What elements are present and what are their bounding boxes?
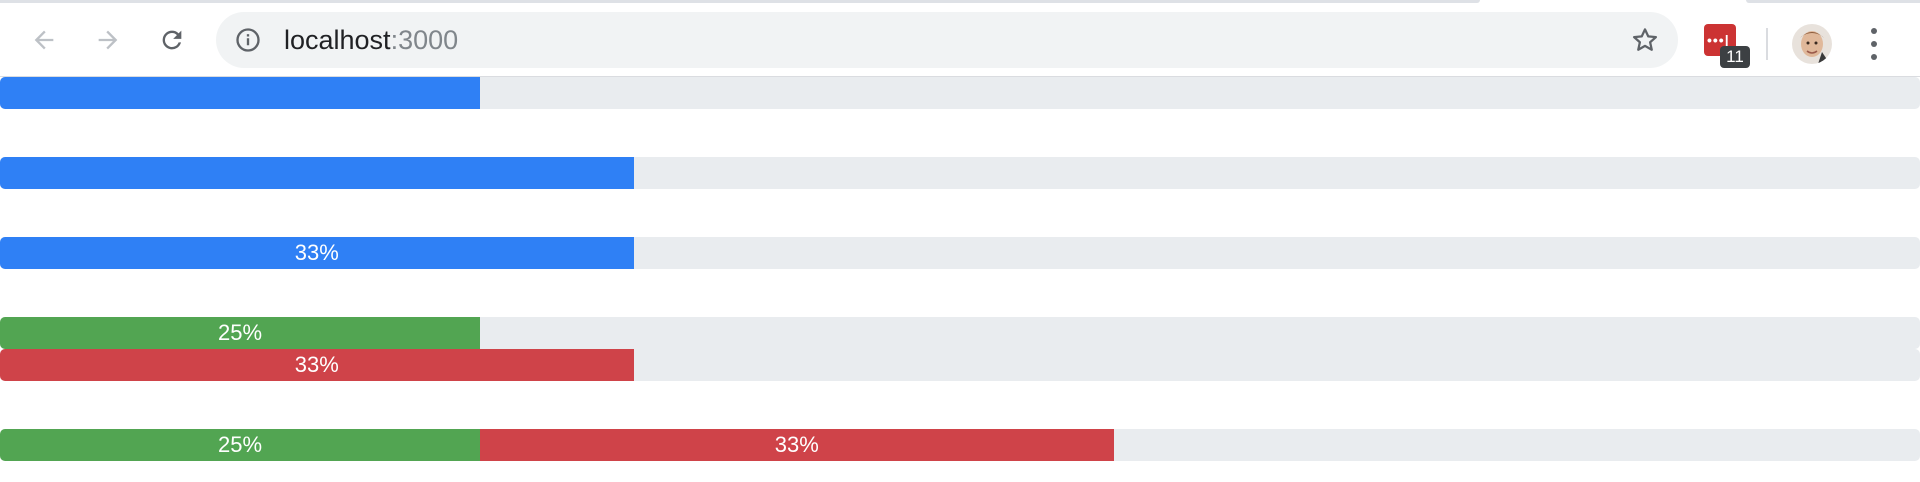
url-text[interactable]: localhost:3000 bbox=[284, 25, 458, 55]
star-icon[interactable] bbox=[1630, 25, 1660, 55]
progress-bar-2 bbox=[0, 157, 1920, 189]
progress-bar-3: 33% bbox=[0, 237, 1920, 269]
progress-bar-5: 33% bbox=[0, 349, 1920, 381]
progress-bar-4: 25% bbox=[0, 317, 1920, 349]
progress-bar-6: 25% 33% bbox=[0, 429, 1920, 461]
reload-icon bbox=[162, 30, 182, 50]
extension-badge: 11 bbox=[1720, 46, 1750, 68]
browser-toolbar: localhost:3000 •••| 11 bbox=[0, 4, 1920, 77]
progress-bar-1 bbox=[0, 77, 1920, 109]
tab-strip-line bbox=[0, 0, 1480, 3]
forward-arrow-icon bbox=[98, 30, 118, 50]
url-host: localhost bbox=[284, 25, 391, 55]
forward-button[interactable] bbox=[88, 20, 128, 60]
back-arrow-icon bbox=[34, 30, 54, 50]
progress-segment: 33% bbox=[0, 237, 634, 269]
avatar[interactable] bbox=[1792, 24, 1832, 64]
url-port: :3000 bbox=[390, 25, 459, 55]
toolbar-separator bbox=[1766, 28, 1768, 60]
address-bar[interactable]: localhost:3000 bbox=[216, 12, 1678, 68]
progress-segment: 25% bbox=[0, 317, 480, 349]
progress-segment: 25% bbox=[0, 429, 480, 461]
extension-button[interactable]: •••| 11 bbox=[1704, 24, 1750, 68]
reload-button[interactable] bbox=[152, 20, 192, 60]
page-content: 33% 25% 33% 25% 33% bbox=[0, 77, 1920, 482]
back-button[interactable] bbox=[24, 20, 64, 60]
more-vert-icon[interactable] bbox=[1862, 26, 1886, 62]
tab-strip-line-right bbox=[1746, 0, 1920, 3]
progress-segment bbox=[0, 77, 480, 109]
info-icon[interactable] bbox=[234, 26, 262, 54]
progress-segment: 33% bbox=[0, 349, 634, 381]
progress-segment bbox=[0, 157, 634, 189]
progress-segment: 33% bbox=[480, 429, 1114, 461]
